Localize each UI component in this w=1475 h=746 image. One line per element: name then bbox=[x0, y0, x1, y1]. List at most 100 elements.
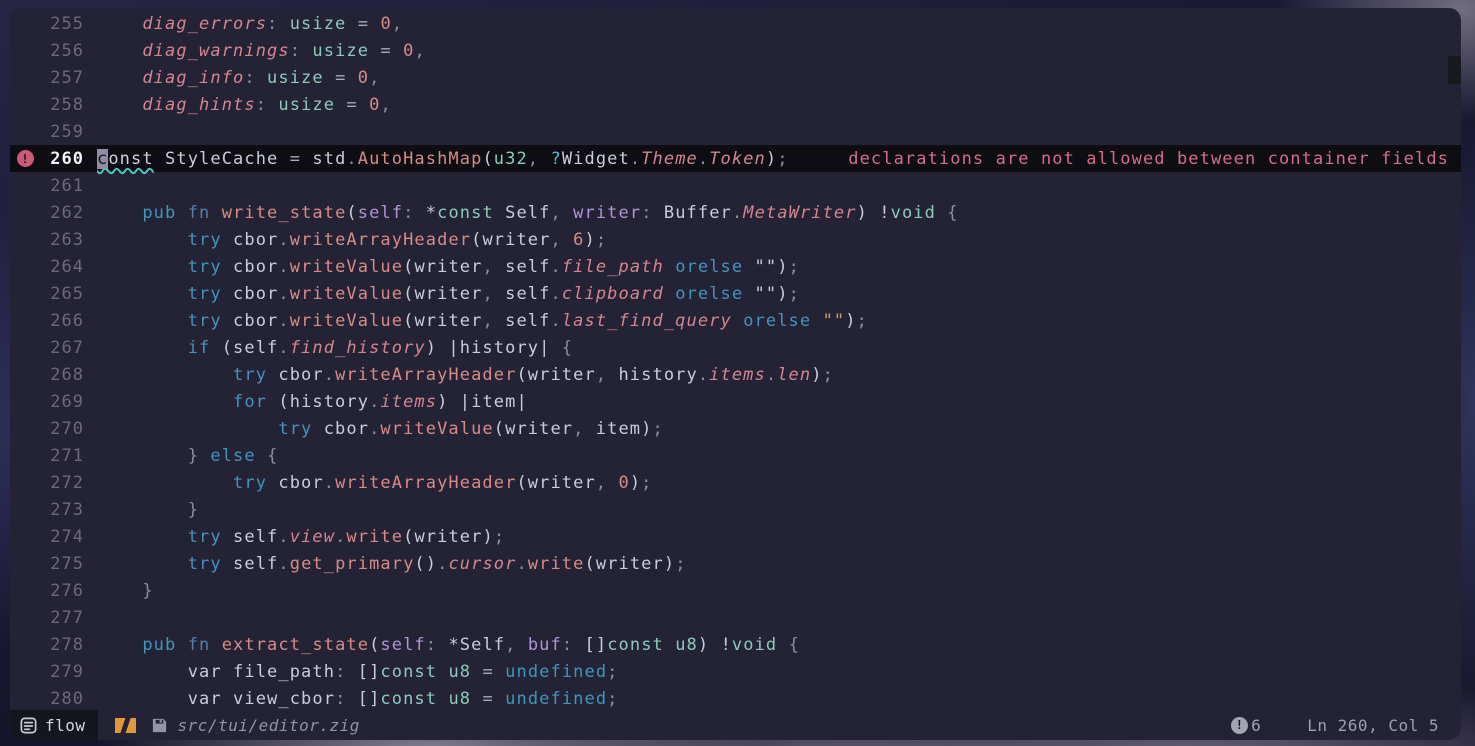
code-line[interactable]: 258 diag_hints: usize = 0, bbox=[10, 91, 1461, 118]
app-menu-button[interactable]: flow bbox=[10, 710, 98, 740]
file-path: src/tui/editor.zig bbox=[178, 716, 360, 735]
code-line[interactable]: 260const StyleCache = std.AutoHashMap(u3… bbox=[10, 145, 1461, 172]
code-token: . bbox=[278, 554, 289, 574]
code-line[interactable]: 267 if (self.find_history) |history| { bbox=[10, 334, 1461, 361]
code-line[interactable]: 269 for (history.items) |item| bbox=[10, 388, 1461, 415]
code-token bbox=[516, 635, 527, 655]
code-line[interactable]: 272 try cbor.writeArrayHeader(writer, 0)… bbox=[10, 469, 1461, 496]
code-line[interactable]: 273 } bbox=[10, 496, 1461, 523]
code-token: writeValue bbox=[290, 257, 403, 277]
code-line[interactable]: 274 try self.view.write(writer); bbox=[10, 523, 1461, 550]
zig-slash-icon[interactable] bbox=[115, 718, 136, 733]
code-token: ( bbox=[369, 635, 380, 655]
code-token: . bbox=[766, 365, 777, 385]
code-line[interactable]: 263 try cbor.writeArrayHeader(writer, 6)… bbox=[10, 226, 1461, 253]
code-text[interactable]: const StyleCache = std.AutoHashMap(u32, … bbox=[84, 149, 789, 169]
code-text[interactable]: pub fn write_state(self: *const Self, wr… bbox=[84, 203, 959, 223]
code-text[interactable]: try cbor.writeValue(writer, self.last_fi… bbox=[84, 311, 868, 331]
scrollbar-thumb[interactable] bbox=[1448, 56, 1461, 84]
code-token bbox=[335, 95, 346, 115]
code-token bbox=[97, 500, 188, 520]
code-line[interactable]: 255 diag_errors: usize = 0, bbox=[10, 10, 1461, 37]
code-token: ( bbox=[482, 149, 493, 169]
code-line[interactable]: 257 diag_info: usize = 0, bbox=[10, 64, 1461, 91]
code-text[interactable]: } bbox=[84, 500, 199, 520]
code-token: file_path bbox=[562, 257, 664, 277]
code-token: cbor bbox=[222, 257, 279, 277]
code-text[interactable]: pub fn extract_state(self: *Self, buf: [… bbox=[84, 635, 800, 655]
code-token: : bbox=[641, 203, 652, 223]
code-token: cbor bbox=[312, 419, 369, 439]
code-text[interactable]: try self.view.write(writer); bbox=[84, 527, 505, 547]
code-text[interactable]: var file_path: []const u8 = undefined; bbox=[84, 662, 619, 682]
code-token bbox=[97, 95, 142, 115]
code-token: } bbox=[188, 446, 199, 466]
code-line[interactable]: 262 pub fn write_state(self: *const Self… bbox=[10, 199, 1461, 226]
code-token: . bbox=[335, 527, 346, 547]
code-token: Buffer bbox=[653, 203, 732, 223]
code-token: cbor bbox=[222, 284, 279, 304]
code-line[interactable]: 264 try cbor.writeValue(writer, self.fil… bbox=[10, 253, 1461, 280]
code-text[interactable]: try cbor.writeValue(writer, self.file_pa… bbox=[84, 257, 800, 277]
code-token: . bbox=[698, 149, 709, 169]
code-token: writer bbox=[414, 311, 482, 331]
code-line[interactable]: 259 bbox=[10, 118, 1461, 145]
code-token: ) bbox=[482, 527, 493, 547]
code-line[interactable]: 261 bbox=[10, 172, 1461, 199]
code-token: StyleCache bbox=[154, 149, 290, 169]
code-text[interactable]: try cbor.writeArrayHeader(writer, histor… bbox=[84, 365, 834, 385]
code-token: cbor bbox=[267, 473, 324, 493]
code-line[interactable]: 256 diag_warnings: usize = 0, bbox=[10, 37, 1461, 64]
code-token bbox=[471, 689, 482, 709]
code-text[interactable]: diag_errors: usize = 0, bbox=[84, 14, 403, 34]
code-line[interactable]: 270 try cbor.writeValue(writer, item); bbox=[10, 415, 1461, 442]
code-text[interactable]: try cbor.writeArrayHeader(writer, 0); bbox=[84, 473, 653, 493]
code-line[interactable]: 280 var view_cbor: []const u8 = undefine… bbox=[10, 685, 1461, 712]
error-gutter-icon[interactable] bbox=[17, 150, 34, 167]
code-text[interactable]: diag_hints: usize = 0, bbox=[84, 95, 392, 115]
code-text[interactable]: try cbor.writeValue(writer, item); bbox=[84, 419, 664, 439]
line-number: 271 bbox=[40, 446, 84, 466]
code-line[interactable]: 275 try self.get_primary().cursor.write(… bbox=[10, 550, 1461, 577]
code-token: . bbox=[324, 365, 335, 385]
code-token: self bbox=[494, 311, 551, 331]
code-text[interactable]: for (history.items) |item| bbox=[84, 392, 528, 412]
code-token: : bbox=[335, 689, 346, 709]
code-text[interactable]: } bbox=[84, 581, 154, 601]
code-line[interactable]: 265 try cbor.writeValue(writer, self.cli… bbox=[10, 280, 1461, 307]
code-text[interactable]: try cbor.writeValue(writer, self.clipboa… bbox=[84, 284, 800, 304]
floppy-disk-icon[interactable] bbox=[151, 717, 168, 734]
code-line[interactable]: 276 } bbox=[10, 577, 1461, 604]
code-line[interactable]: 277 bbox=[10, 604, 1461, 631]
code-text[interactable]: try self.get_primary().cursor.write(writ… bbox=[84, 554, 687, 574]
code-line[interactable]: 279 var file_path: []const u8 = undefine… bbox=[10, 658, 1461, 685]
code-line[interactable]: 266 try cbor.writeValue(writer, self.las… bbox=[10, 307, 1461, 334]
line-number: 277 bbox=[40, 608, 84, 628]
code-text[interactable]: diag_info: usize = 0, bbox=[84, 68, 380, 88]
code-token: ( bbox=[584, 554, 595, 574]
code-token: writer bbox=[528, 365, 596, 385]
code-text[interactable]: diag_warnings: usize = 0, bbox=[84, 41, 426, 61]
code-text[interactable]: } else { bbox=[84, 446, 278, 466]
code-line[interactable]: 268 try cbor.writeArrayHeader(writer, hi… bbox=[10, 361, 1461, 388]
line-number: 275 bbox=[40, 554, 84, 574]
code-token: writeValue bbox=[380, 419, 493, 439]
code-token: ( bbox=[403, 527, 414, 547]
app-label: flow bbox=[45, 716, 86, 735]
code-token: , bbox=[550, 203, 561, 223]
code-text[interactable]: if (self.find_history) |history| { bbox=[84, 338, 573, 358]
code-token: try bbox=[188, 554, 222, 574]
code-text[interactable]: var view_cbor: []const u8 = undefined; bbox=[84, 689, 619, 709]
diagnostics-count-icon[interactable] bbox=[1231, 717, 1248, 734]
code-token: diag_warnings bbox=[142, 41, 289, 61]
code-token: . bbox=[732, 203, 743, 223]
code-line[interactable]: 278 pub fn extract_state(self: *Self, bu… bbox=[10, 631, 1461, 658]
code-token bbox=[607, 473, 618, 493]
code-area[interactable]: 255 diag_errors: usize = 0,256 diag_warn… bbox=[10, 8, 1461, 712]
code-text[interactable]: try cbor.writeArrayHeader(writer, 6); bbox=[84, 230, 607, 250]
code-token: ) bbox=[426, 338, 437, 358]
code-token: find_history bbox=[290, 338, 426, 358]
code-line[interactable]: 271 } else { bbox=[10, 442, 1461, 469]
code-token: writer bbox=[414, 527, 482, 547]
diagnostics-count[interactable]: 6 bbox=[1251, 716, 1261, 735]
